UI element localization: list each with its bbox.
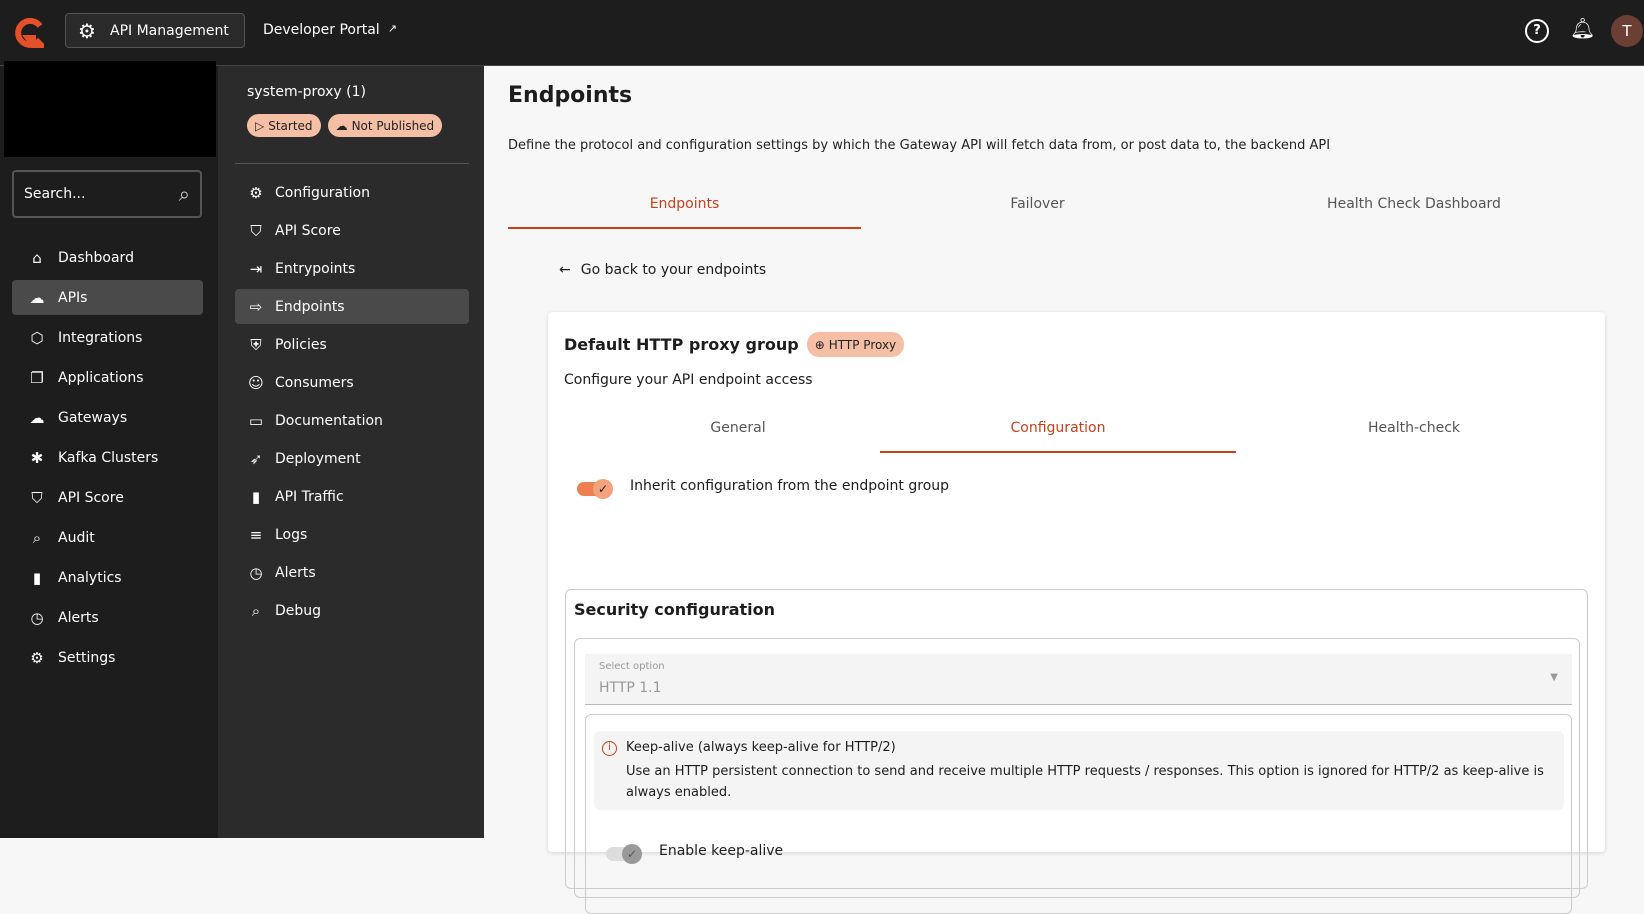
home-icon: ⌂ [32,248,42,267]
sidebar-item-gateways[interactable]: ☁ Gateways [12,400,203,435]
bar-chart-icon: ▮ [32,568,42,587]
sidebar-item-audit[interactable]: ⌕ Audit [12,520,203,555]
gear-icon: ⚙ [30,648,44,667]
caret-down-icon: ▼ [1550,672,1558,683]
sidebar-item-alerts[interactable]: ◷ Alerts [12,600,203,635]
inherit-toggle[interactable]: ✓ [577,479,613,499]
bell-icon[interactable]: 🔔︎ [1570,16,1595,40]
policies-icon: ⛨ [250,335,262,354]
page-description: Define the protocol and configuration se… [508,138,1331,153]
publish-badge: ☁ Not Published [327,114,443,137]
cloud-upload-icon: ☁ [335,118,348,133]
shield-check-icon: ⛉ [31,488,43,507]
security-config-section: Security configuration Select option HTT… [565,589,1588,914]
api-traffic-icon: ▮ [251,487,261,506]
api-name: system-proxy (1) [247,84,366,100]
cube-icon: ⬡ [30,328,44,347]
protocol-select[interactable]: Select option HTTP 1.1 ▼ [585,654,1572,705]
logs-icon: ≡ [249,525,263,544]
search-icon: ⌕ [178,182,190,206]
inherit-label: Inherit configuration from the endpoint … [630,478,950,494]
sidebar-item-api-score[interactable]: ⛉ API Score [12,480,203,515]
keepalive-toggle[interactable]: ✓ [606,844,642,864]
deployment-icon: ➶ [249,449,263,468]
api-menu-entrypoints[interactable]: ⇥ Entrypoints [235,251,469,286]
http-proxy-badge: ⊕ HTTP Proxy [806,332,905,357]
api-menu-documentation[interactable]: ▭ Documentation [235,403,469,438]
info-title: Keep-alive (always keep-alive for HTTP/2… [626,740,896,755]
documentation-icon: ▭ [248,411,264,430]
api-score-icon: ⛉ [250,221,262,240]
external-link-icon: ↗ [387,22,397,35]
gear-icon: ⚙ [78,18,96,43]
api-menu-api-score[interactable]: ⛉ API Score [235,213,469,248]
api-management-switcher[interactable]: ⚙ API Management [65,13,245,48]
endpoints-icon: ⇨ [249,297,263,316]
tab-health-check[interactable]: Health-check [1236,420,1592,453]
avatar[interactable]: T [1611,15,1643,47]
globe-icon: ⊕ [814,337,825,352]
divider [235,163,469,164]
card-title: Default HTTP proxy group [564,335,799,354]
status-badge: ▷ Started [247,114,321,137]
api-menu-configuration[interactable]: ⚙ Configuration [235,175,469,210]
api-menu-debug[interactable]: ⌕ Debug [235,593,469,628]
tab-failover[interactable]: Failover [861,196,1214,229]
developer-portal-link[interactable]: Developer Portal ↗ [263,22,397,38]
api-menu-policies[interactable]: ⛨ Policies [235,327,469,362]
search-input[interactable]: Search... ⌕ [12,170,202,218]
sidebar-item-dashboard[interactable]: ⌂ Dashboard [12,240,203,275]
cloud-icon: ☁ [29,408,45,427]
alerts-icon: ◷ [249,563,263,582]
security-inner: Select option HTTP 1.1 ▼ i Keep-alive (a… [574,638,1580,914]
page-title: Endpoints [508,83,633,108]
debug-icon: ⌕ [251,601,261,620]
info-icon: i [602,741,617,756]
top-bar: ⚙ API Management Developer Portal ↗ ? 🔔︎… [0,0,1644,66]
endpoint-group-card: Default HTTP proxy group ⊕ HTTP Proxy Con… [548,312,1605,914]
keepalive-label: Enable keep-alive [659,843,784,859]
redacted-block [4,61,216,157]
cloud-api-icon: ☁ [29,288,45,307]
gravitee-logo-icon [15,18,44,48]
arrow-left-icon: ← [559,262,571,278]
api-menu-consumers[interactable]: ☺ Consumers [235,365,469,400]
api-menu-alerts[interactable]: ◷ Alerts [235,555,469,590]
tab-configuration[interactable]: Configuration [880,420,1236,453]
alarm-icon: ◷ [30,608,44,627]
sidebar-item-kafka-clusters[interactable]: ✱ Kafka Clusters [12,440,203,475]
card-subtitle: Configure your API endpoint access [564,372,813,388]
api-menu-deployment[interactable]: ➶ Deployment [235,441,469,476]
main-content: Endpoints Define the protocol and config… [484,66,1644,914]
info-text: Use an HTTP persistent connection to sen… [626,764,1544,800]
audit-icon: ⌕ [32,528,42,547]
sidebar-item-analytics[interactable]: ▮ Analytics [12,560,203,595]
sidebar-item-apis[interactable]: ☁ APIs [12,280,203,315]
sidebar-item-integrations[interactable]: ⬡ Integrations [12,320,203,355]
tab-general[interactable]: General [564,420,912,453]
sidebar-item-settings[interactable]: ⚙ Settings [12,640,203,675]
info-box: i Keep-alive (always keep-alive for HTTP… [594,731,1564,810]
sidebar-item-applications[interactable]: ❐ Applications [12,360,203,395]
check-icon: ✓ [593,479,613,499]
api-menu-api-traffic[interactable]: ▮ API Traffic [235,479,469,514]
entrypoints-icon: ⇥ [249,259,263,278]
check-icon: ✓ [622,844,642,864]
keepalive-section: i Keep-alive (always keep-alive for HTTP… [585,714,1572,914]
consumers-icon: ☺ [248,373,264,392]
api-menu-logs[interactable]: ≡ Logs [235,517,469,552]
back-link[interactable]: ← Go back to your endpoints [559,262,766,278]
tab-health-check-dashboard[interactable]: Health Check Dashboard [1214,196,1614,229]
tab-endpoints[interactable]: Endpoints [508,196,861,229]
configuration-icon: ⚙ [249,183,263,202]
apps-icon: ❐ [30,368,44,387]
help-icon[interactable]: ? [1525,19,1549,43]
cluster-icon: ✱ [30,448,44,467]
section-title: Security configuration [574,600,776,619]
api-menu-endpoints[interactable]: ⇨ Endpoints [235,289,469,324]
play-icon: ▷ [255,118,265,133]
